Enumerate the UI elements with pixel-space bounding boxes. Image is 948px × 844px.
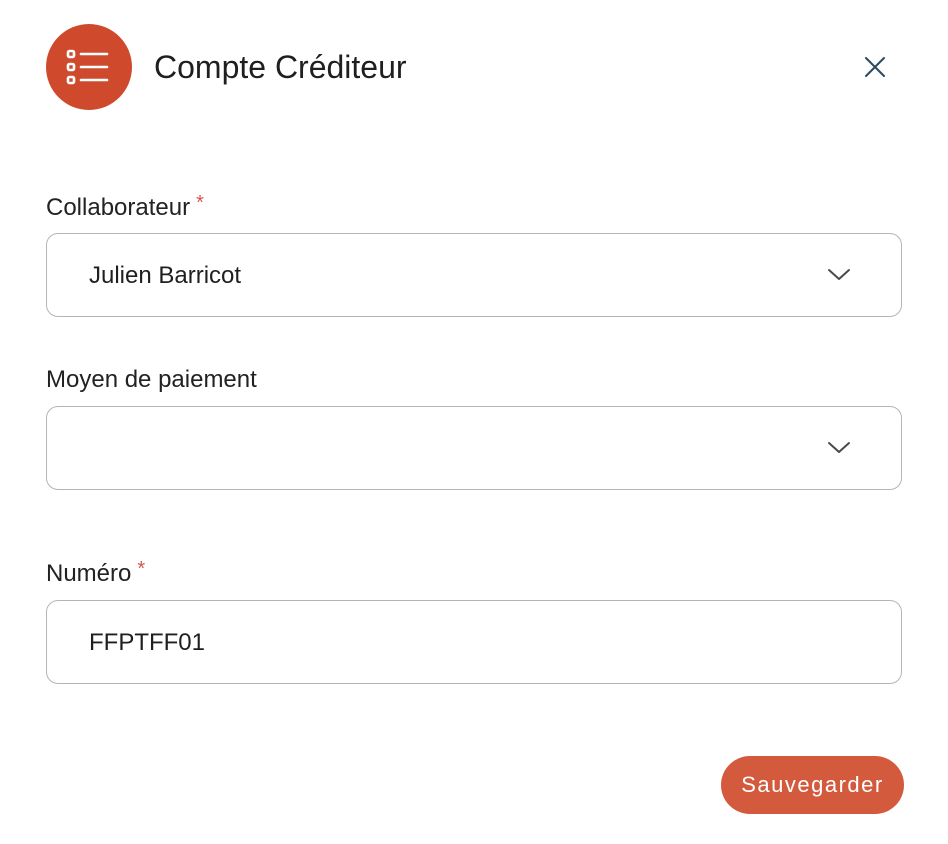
required-asterisk: *	[137, 558, 146, 580]
numero-label: Numéro *	[46, 558, 145, 591]
close-icon[interactable]	[864, 56, 886, 78]
chevron-down-icon[interactable]	[827, 266, 851, 282]
collaborateur-label: Collaborateur *	[46, 192, 204, 225]
collaborateur-select-value: Julien Barricot	[89, 262, 242, 289]
numero-label-text: Numéro	[46, 560, 132, 587]
save-button[interactable]: Sauvegarder	[721, 756, 904, 814]
numero-input[interactable]: FFPTFF01	[46, 600, 902, 684]
moyen-paiement-select[interactable]	[46, 406, 902, 490]
collaborateur-label-text: Collaborateur	[46, 194, 191, 221]
close-button[interactable]	[858, 50, 892, 84]
numero-input-value: FFPTFF01	[89, 629, 206, 656]
moyen-paiement-label: Moyen de paiement	[46, 364, 257, 396]
required-asterisk: *	[196, 192, 204, 214]
chevron-down-icon[interactable]	[827, 439, 851, 455]
page-title: Compte Créditeur	[154, 49, 407, 85]
list-icon	[46, 24, 132, 110]
list-icon-graphic	[66, 49, 109, 85]
moyen-paiement-label-text: Moyen de paiement	[46, 366, 257, 393]
collaborateur-select[interactable]: Julien Barricot	[46, 233, 902, 317]
